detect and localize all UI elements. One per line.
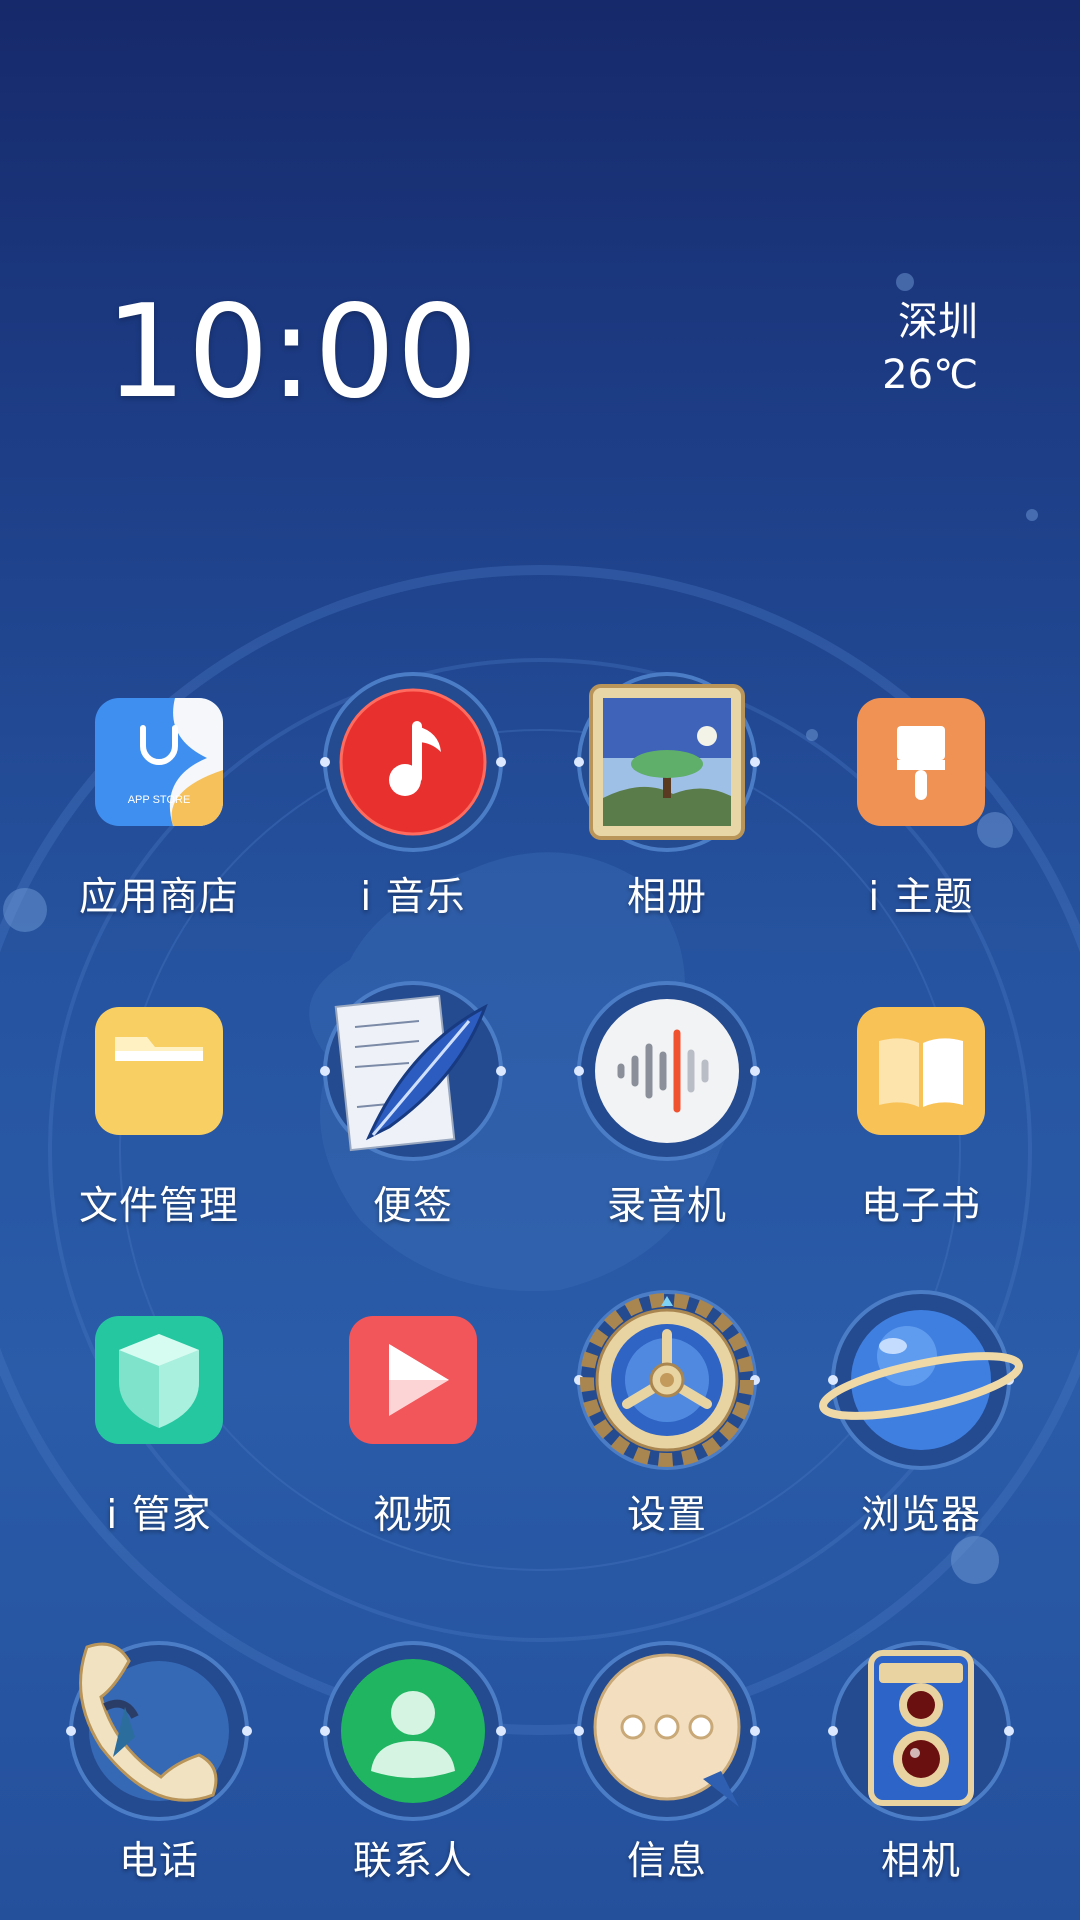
app-label: 电子书 (860, 1184, 981, 1229)
shield-cube-icon (95, 1316, 223, 1444)
contacts-icon (320, 1641, 506, 1821)
app-recorder[interactable]: 录音机 (567, 981, 767, 1257)
app-store-icon: APP STORE (95, 698, 223, 826)
app-file-manager[interactable]: 文件管理 (59, 1007, 259, 1257)
folder-icon (95, 1007, 223, 1135)
app-label: 录音机 (606, 1184, 727, 1229)
dock-camera[interactable]: 相机 (821, 1641, 1021, 1917)
app-label: 相册 (626, 875, 707, 920)
messages-icon (574, 1641, 760, 1821)
settings-gear-icon (574, 1290, 760, 1470)
app-label: i 管家 (106, 1493, 212, 1538)
ebook-icon (857, 1007, 985, 1135)
app-music[interactable]: i 音乐 (313, 672, 513, 948)
app-label: i 主题 (868, 875, 974, 920)
app-label: 设置 (626, 1493, 707, 1538)
app-label: 文件管理 (78, 1184, 239, 1229)
phone-icon (66, 1641, 252, 1821)
video-play-icon (349, 1316, 477, 1444)
gallery-icon (574, 672, 760, 852)
app-browser[interactable]: 浏览器 (819, 1290, 1023, 1566)
dock-phone[interactable]: 电话 (59, 1641, 259, 1917)
app-label: i 音乐 (360, 875, 466, 920)
app-label: 应用商店 (78, 875, 239, 920)
app-gallery[interactable]: 相册 (567, 672, 767, 948)
app-settings[interactable]: 设置 (567, 1290, 767, 1566)
app-video[interactable]: 视频 (313, 1316, 513, 1566)
app-ebook[interactable]: 电子书 (821, 1007, 1021, 1257)
recorder-icon (574, 981, 760, 1161)
dock-contacts[interactable]: 联系人 (313, 1641, 513, 1917)
app-label: 相机 (880, 1839, 961, 1884)
browser-planet-icon (819, 1290, 1023, 1470)
dock-messages[interactable]: 信息 (567, 1641, 767, 1917)
theme-brush-icon (857, 698, 985, 826)
app-label: 联系人 (352, 1839, 473, 1884)
app-app-store[interactable]: APP STORE 应用商店 (59, 698, 259, 948)
camera-icon (828, 1641, 1014, 1821)
app-theme[interactable]: i 主题 (821, 698, 1021, 948)
app-label: 电话 (118, 1839, 199, 1884)
app-label: 便签 (372, 1184, 453, 1229)
app-label: 视频 (372, 1493, 453, 1538)
app-label: 信息 (626, 1839, 707, 1884)
app-notes[interactable]: 便签 (313, 981, 513, 1257)
home-grid: APP STORE 应用商店 i 音乐 相册 i 主题 文件管理 便签 录音机 … (0, 0, 1080, 1920)
app-phone-manager[interactable]: i 管家 (59, 1316, 259, 1566)
music-icon (320, 672, 506, 852)
svg-text:APP STORE: APP STORE (128, 794, 191, 806)
app-label: 浏览器 (860, 1493, 981, 1538)
notes-quill-icon (320, 981, 506, 1161)
